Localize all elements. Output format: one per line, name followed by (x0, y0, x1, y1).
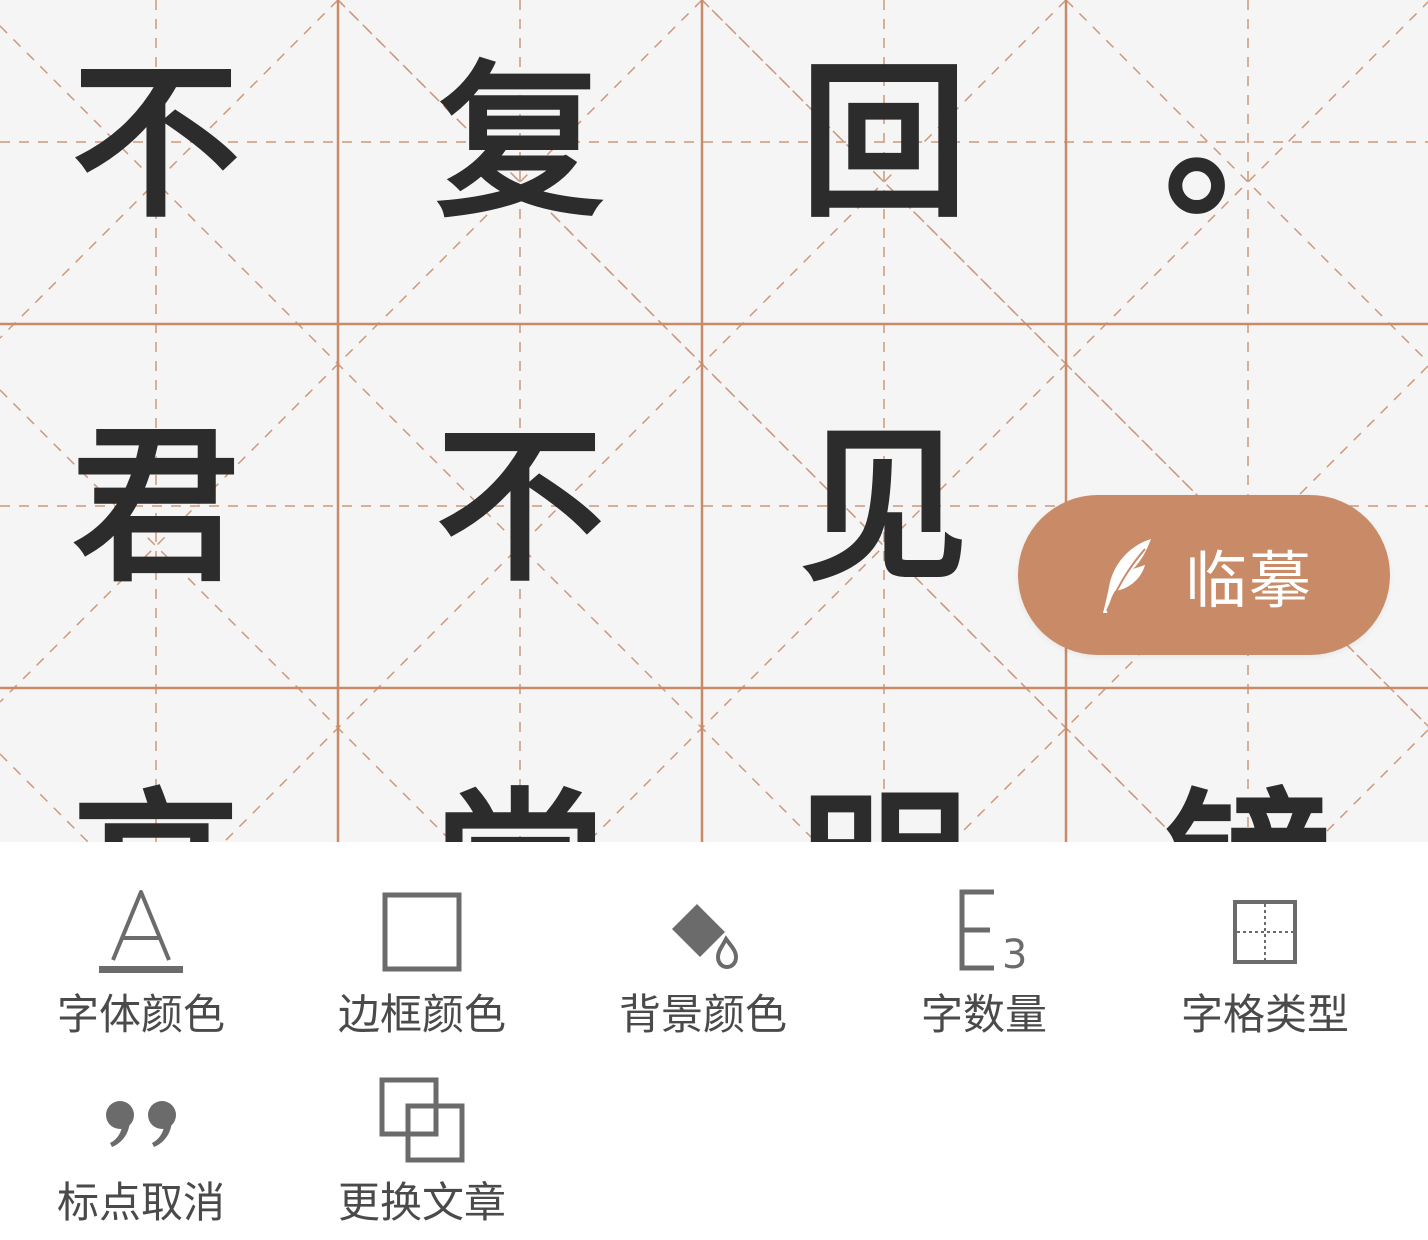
character-count-label: 字数量 (920, 990, 1047, 1039)
grid-character: 镜 (1066, 688, 1428, 842)
change-article-button[interactable]: 更换文章 (281, 1070, 563, 1240)
character-count-button[interactable]: 3 字数量 (843, 882, 1125, 1052)
grid-character: 复 (436, 43, 604, 241)
grid-character: 君 (72, 407, 240, 605)
punctuation-icon (91, 1070, 191, 1170)
font-color-label: 字体颜色 (56, 990, 225, 1039)
trace-button[interactable]: 临摹 (1018, 495, 1390, 655)
punctuation-label: 标点取消 (56, 1178, 225, 1227)
border-color-button[interactable]: 边框颜色 (281, 882, 563, 1052)
grid-character: 高 (0, 688, 338, 842)
grid-character: 明 (702, 688, 1066, 842)
border-color-label: 边框颜色 (337, 990, 506, 1039)
svg-text:3: 3 (1002, 932, 1027, 978)
background-color-label: 背景颜色 (618, 990, 787, 1039)
font-color-icon (91, 882, 191, 982)
feather-icon (1102, 539, 1151, 613)
grid-character: 见 (800, 407, 968, 605)
border-color-icon (372, 882, 472, 982)
character-count-icon: 3 (934, 882, 1034, 982)
grid-character: 不 (72, 43, 240, 241)
bottom-toolbar: 字体颜色 边框颜色 背景颜色 3 字数量 字格类型 标点取消 更换文章 (0, 842, 1428, 1227)
trace-label: 临摹 (1184, 544, 1313, 617)
change-article-icon (372, 1070, 472, 1170)
background-color-button[interactable]: 背景颜色 (562, 882, 844, 1052)
change-article-label: 更换文章 (337, 1178, 506, 1227)
grid-character: 不 (436, 407, 604, 605)
grid-character: 堂 (338, 688, 702, 842)
grid-character: 回 (800, 43, 968, 241)
punctuation-button[interactable]: 标点取消 (0, 1070, 282, 1240)
grid-type-label: 字格类型 (1180, 990, 1349, 1039)
grid-type-icon (1215, 882, 1315, 982)
background-color-icon (653, 882, 753, 982)
calligraphy-grid: 不 复 回 。 君 不 见 高 堂 明 镜 临摹 (0, 0, 1428, 842)
grid-character: 。 (1164, 43, 1332, 241)
grid-type-button[interactable]: 字格类型 (1124, 882, 1406, 1052)
font-color-button[interactable]: 字体颜色 (0, 882, 282, 1052)
